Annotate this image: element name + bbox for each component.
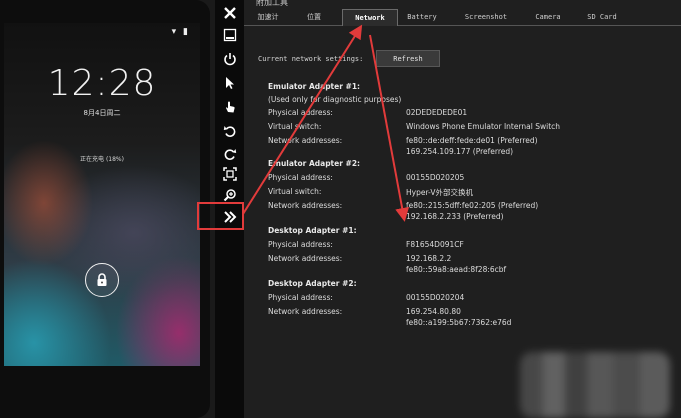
physical-address-value: 00155D020205 [406,173,465,182]
tab-sd-card[interactable]: SD Card [578,9,626,26]
touch-mode-button[interactable] [219,96,241,118]
physical-address-label: Physical address: [268,173,333,182]
phone-emulator-frame: ▾ ▮ 12:28 8月4日周二 正在充电 (18%) [0,0,210,418]
minimize-icon [223,28,237,42]
fit-screen-icon [223,167,237,181]
adapter-title: Emulator Adapter #1: [268,82,361,91]
zoom-icon [223,189,236,202]
network-address-value: 192.168.2.233 (Preferred) [406,212,504,221]
phone-lock-screen[interactable]: ▾ ▮ 12:28 8月4日周二 正在充电 (18%) [4,23,200,366]
lock-screen-date: 8月4日周二 [83,109,121,117]
tab-camera[interactable]: Camera [526,9,570,26]
lock-icon [97,273,107,286]
network-address-value: fe80::a199:5b67:7362:e76d [406,318,512,327]
virtual-switch-label: Virtual switch: [268,187,322,196]
physical-address-value: F81654D091CF [406,240,464,249]
touch-icon [226,101,235,113]
virtual-switch-value: Windows Phone Emulator Internal Switch [406,122,561,131]
physical-address-value: 00155D020204 [406,293,465,302]
virtual-switch-value: Hyper-V外部交换机 [406,188,473,197]
network-addresses-label: Network addresses: [268,307,343,316]
current-network-settings-label: Current network settings: [258,55,364,63]
lock-screen-clock: 12:28 [47,63,157,104]
physical-address-value: 02DEDEDEDE01 [406,108,468,117]
unlock-button[interactable] [85,263,119,297]
minimize-button[interactable] [219,24,241,46]
physical-address-label: Physical address: [268,293,333,302]
pointer-mode-button[interactable] [219,72,241,94]
fit-to-screen-button[interactable] [219,163,241,185]
virtual-switch-label: Virtual switch: [268,122,322,131]
network-address-value: 169.254.109.177 (Preferred) [406,147,514,156]
annotation-highlight-box [197,202,244,230]
tab-network[interactable]: Network [342,9,398,26]
network-address-value: fe80::59a8:aead:8f28:6cbf [406,265,507,274]
physical-address-label: Physical address: [268,108,333,117]
refresh-button[interactable]: Refresh [376,50,440,67]
pointer-icon [226,77,234,89]
status-bar-icons: ▾ ▮ [171,27,190,37]
close-button[interactable] [219,2,241,24]
rotate-left-button[interactable] [219,120,241,142]
network-address-value: 192.168.2.2 [406,254,452,263]
blurred-watermark [520,352,670,418]
charging-status: 正在充电 (18%) [80,156,124,163]
power-button[interactable] [219,48,241,70]
network-addresses-label: Network addresses: [268,136,343,145]
tab-screenshot[interactable]: Screenshot [454,9,518,26]
network-addresses-label: Network addresses: [268,201,343,210]
tab-battery[interactable]: Battery [400,9,444,26]
tab-accelerometer[interactable]: 加速计 [248,9,288,26]
rotate-right-icon [224,149,237,160]
rotate-left-icon [223,126,236,137]
network-address-value: fe80::de:deff:fede:de01 (Preferred) [406,136,538,145]
network-address-value: 169.254.80.80 [406,307,461,316]
panel-title: 附加工具 [256,0,288,7]
power-icon [224,53,236,66]
adapter-title: Emulator Adapter #2: [268,159,361,168]
tab-bar: 加速计 位置 Network Battery Screenshot Camera… [244,9,681,26]
network-address-value: fe80::215:5dff:fe02:205 (Preferred) [406,201,539,210]
physical-address-label: Physical address: [268,240,333,249]
tab-location[interactable]: 位置 [296,9,332,26]
network-addresses-label: Network addresses: [268,254,343,263]
adapter-title: Desktop Adapter #1: [268,226,357,235]
adapter-title: Desktop Adapter #2: [268,279,357,288]
rotate-right-button[interactable] [219,143,241,165]
adapter-note: (Used only for diagnostic purposes) [268,95,402,104]
close-icon [224,7,236,19]
